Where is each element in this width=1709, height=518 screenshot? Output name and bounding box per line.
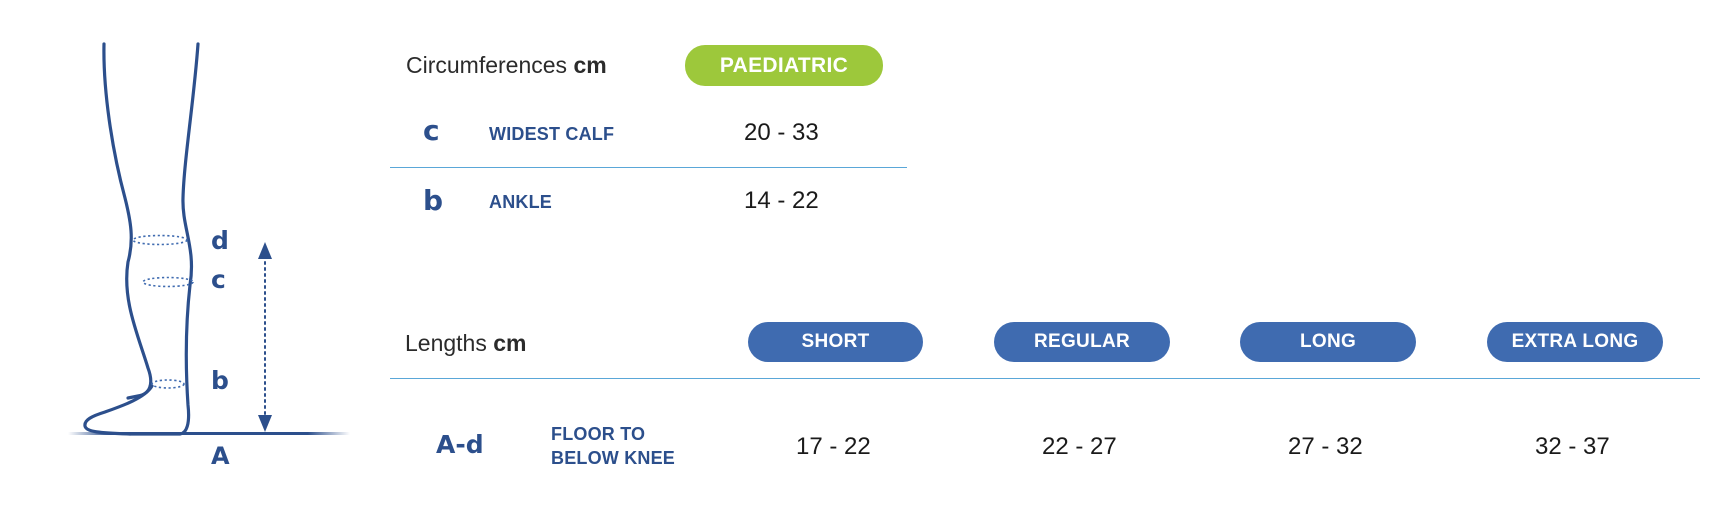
length-value-long: 27 - 32 <box>1288 433 1363 460</box>
length-value-regular: 22 - 27 <box>1042 433 1117 460</box>
circ-row-label: WIDEST CALF <box>489 124 615 144</box>
length-value-extra-long: 32 - 37 <box>1535 433 1610 460</box>
arrow-up-icon <box>258 242 272 259</box>
size-extra-long-pill: EXTRA LONG <box>1487 322 1663 362</box>
leg-diagram <box>68 42 350 436</box>
ring-c <box>142 276 194 288</box>
circ-row-label: ANKLE <box>489 192 552 212</box>
marker-b: b <box>211 366 229 395</box>
size-short-pill: SHORT <box>748 322 923 362</box>
size-regular-pill: REGULAR <box>994 322 1170 362</box>
length-value-short: 17 - 22 <box>796 433 871 460</box>
arrow-down-icon <box>258 415 272 432</box>
floor-line <box>68 432 350 435</box>
leg-front-outline <box>128 42 200 436</box>
ring-b <box>151 379 185 389</box>
circ-row-value: 14 - 22 <box>744 187 819 214</box>
circ-row-letter: c <box>423 114 440 147</box>
ring-d <box>132 234 188 246</box>
leg-foot-outline <box>83 384 154 436</box>
lengths-divider <box>390 378 1700 379</box>
circumferences-heading-unit: cm <box>573 52 607 78</box>
lengths-heading-unit: cm <box>493 330 527 356</box>
marker-a: A <box>211 442 230 470</box>
paediatric-badge: PAEDIATRIC <box>685 45 883 86</box>
leg-back-outline <box>102 42 153 400</box>
length-row-label-line2: BELOW KNEE <box>551 448 676 468</box>
length-row-letter: A-d <box>436 430 484 459</box>
length-row-label: FLOOR TO BELOW KNEE <box>551 422 675 470</box>
circ-row-value: 20 - 33 <box>744 119 819 146</box>
marker-c: c <box>211 265 226 294</box>
lengths-heading: Lengths cm <box>405 330 527 357</box>
lengths-heading-text: Lengths <box>405 330 487 356</box>
circ-row-letter: b <box>423 184 444 217</box>
circ-divider <box>390 167 907 168</box>
circumferences-heading: Circumferences cm <box>406 52 607 79</box>
size-long-pill: LONG <box>1240 322 1416 362</box>
circumferences-heading-text: Circumferences <box>406 52 568 78</box>
length-row-label-line1: FLOOR TO <box>551 424 646 444</box>
marker-d: d <box>211 226 229 255</box>
